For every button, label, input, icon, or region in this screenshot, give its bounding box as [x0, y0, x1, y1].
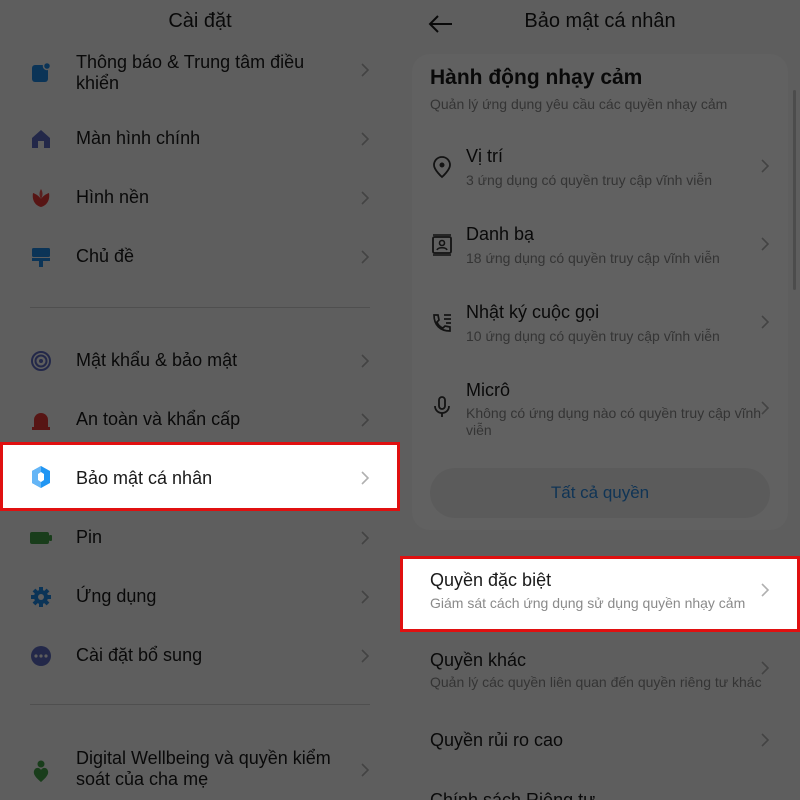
chevron-right-icon — [361, 132, 370, 146]
setting-item-special-permissions[interactable]: Quyền đặc biệt Giám sát cách ứng dụng sử… — [400, 558, 800, 630]
chevron-right-icon — [361, 471, 370, 485]
more-dots-icon — [28, 643, 54, 669]
section-subtitle: Quản lý ứng dụng yêu cầu các quyền nhạy … — [430, 96, 728, 112]
contacts-icon — [432, 234, 452, 256]
settings-item-label: Mật khẩu & bảo mật — [76, 350, 238, 370]
call-log-icon — [433, 314, 451, 332]
permission-description: 18 ứng dụng có quyền truy cập vĩnh viễn — [466, 250, 720, 266]
settings-item-label: Bảo mật cá nhân — [76, 468, 213, 488]
settings-panel: Cài đặt Thông báo & Trung tâm điều khiển… — [0, 0, 400, 800]
settings-item-label: Digital Wellbeing và quyền kiểm soát của… — [76, 748, 331, 789]
sensitive-actions-card — [412, 54, 788, 530]
chevron-right-icon — [361, 531, 370, 545]
setting-item-other-permissions[interactable]: Quyền khác Quản lý các quyền liên quan đ… — [400, 648, 800, 692]
chevron-right-icon — [761, 401, 770, 415]
permission-item-microphone[interactable]: Micrô Không có ứng dụng nào có quyền tru… — [400, 378, 800, 442]
section-title: Hành động nhạy cảm — [430, 66, 643, 89]
permission-title: Micrô — [466, 380, 510, 400]
permission-description: Không có ứng dụng nào có quyền truy cập … — [466, 405, 762, 438]
setting-title: Quyền đặc biệt — [430, 570, 552, 590]
wellbeing-icon — [28, 758, 54, 784]
privacy-shield-icon — [28, 464, 54, 490]
settings-title: Cài đặt — [168, 10, 232, 32]
chevron-right-icon — [361, 191, 370, 205]
permission-description: 10 ứng dụng có quyền truy cập vĩnh viễn — [466, 328, 720, 344]
battery-icon — [28, 525, 54, 551]
all-permissions-button[interactable]: Tất cả quyền — [430, 468, 770, 518]
home-icon — [28, 126, 54, 152]
settings-item-label: Ứng dụng — [76, 586, 157, 606]
section-divider — [30, 307, 370, 308]
chevron-right-icon — [361, 649, 370, 663]
chevron-right-icon — [761, 733, 770, 747]
setting-item-high-risk-permissions[interactable]: Quyền rủi ro cao — [400, 728, 800, 754]
permission-title: Vị trí — [466, 146, 504, 166]
settings-item-battery[interactable]: Pin — [0, 525, 400, 551]
chevron-right-icon — [361, 250, 370, 264]
chevron-right-icon — [761, 661, 770, 675]
setting-title: Quyền khác — [430, 650, 527, 670]
fingerprint-icon — [28, 348, 54, 374]
chevron-right-icon — [761, 583, 770, 597]
setting-description: Giám sát cách ứng dụng sử dụng quyền nhạ… — [430, 595, 746, 611]
settings-item-label: Hình nền — [76, 187, 150, 207]
location-pin-icon — [433, 156, 451, 179]
setting-title: Chính sách Riêng tư — [430, 790, 596, 800]
permission-description: 3 ứng dụng có quyền truy cập vĩnh viễn — [466, 172, 712, 188]
privacy-protection-panel: Bảo mật cá nhân Hành động nhạy cảm Quản … — [400, 0, 800, 800]
chevron-right-icon — [761, 315, 770, 329]
chevron-right-icon — [361, 590, 370, 604]
settings-item-safety-emergency[interactable]: An toàn và khẩn cấp — [0, 407, 400, 433]
chevron-right-icon — [761, 237, 770, 251]
settings-item-notifications[interactable]: Thông báo & Trung tâm điều khiển — [0, 52, 400, 98]
permission-title: Nhật ký cuộc gọi — [466, 302, 600, 322]
permission-item-call-log[interactable]: Nhật ký cuộc gọi 10 ứng dụng có quyền tr… — [400, 300, 800, 352]
setting-item-privacy-policy[interactable]: Chính sách Riêng tư — [400, 788, 800, 800]
settings-item-label: An toàn và khẩn cấp — [76, 409, 241, 429]
settings-item-privacy-protection[interactable]: Bảo mật cá nhân — [0, 444, 400, 510]
gear-icon — [28, 584, 54, 610]
settings-item-additional-settings[interactable]: Cài đặt bổ sung — [0, 643, 400, 669]
scrollbar[interactable] — [793, 90, 796, 290]
wallpaper-flower-icon — [28, 185, 54, 211]
settings-item-themes[interactable]: Chủ đề — [0, 244, 400, 270]
setting-description: Quản lý các quyền liên quan đến quyền ri… — [430, 674, 762, 690]
permission-item-contacts[interactable]: Danh bạ 18 ứng dụng có quyền truy cập vĩ… — [400, 222, 800, 274]
settings-item-label: Màn hình chính — [76, 128, 201, 148]
setting-title: Quyền rủi ro cao — [430, 730, 564, 750]
settings-item-apps[interactable]: Ứng dụng — [0, 584, 400, 610]
chevron-right-icon — [361, 763, 370, 777]
chevron-right-icon — [761, 159, 770, 173]
settings-item-password-security[interactable]: Mật khẩu & bảo mật — [0, 348, 400, 374]
theme-brush-icon — [28, 244, 54, 270]
settings-item-digital-wellbeing[interactable]: Digital Wellbeing và quyền kiểm soát của… — [0, 748, 400, 794]
emergency-alarm-icon — [28, 407, 54, 433]
page-title: Bảo mật cá nhân — [524, 10, 676, 32]
settings-item-label: Pin — [76, 527, 103, 547]
notification-icon — [28, 60, 54, 86]
settings-item-label: Chủ đề — [76, 246, 135, 266]
permission-title: Danh bạ — [466, 224, 535, 244]
permission-item-location[interactable]: Vị trí 3 ứng dụng có quyền truy cập vĩnh… — [400, 144, 800, 196]
section-divider — [30, 704, 370, 705]
settings-item-label: Cài đặt bổ sung — [76, 645, 203, 665]
chevron-right-icon — [361, 413, 370, 427]
chevron-right-icon — [361, 354, 370, 368]
microphone-icon — [434, 396, 450, 417]
settings-item-wallpaper[interactable]: Hình nền — [0, 185, 400, 211]
chevron-right-icon — [361, 63, 370, 77]
settings-item-home-screen[interactable]: Màn hình chính — [0, 126, 400, 152]
settings-item-label: Thông báo & Trung tâm điều khiển — [76, 52, 305, 93]
